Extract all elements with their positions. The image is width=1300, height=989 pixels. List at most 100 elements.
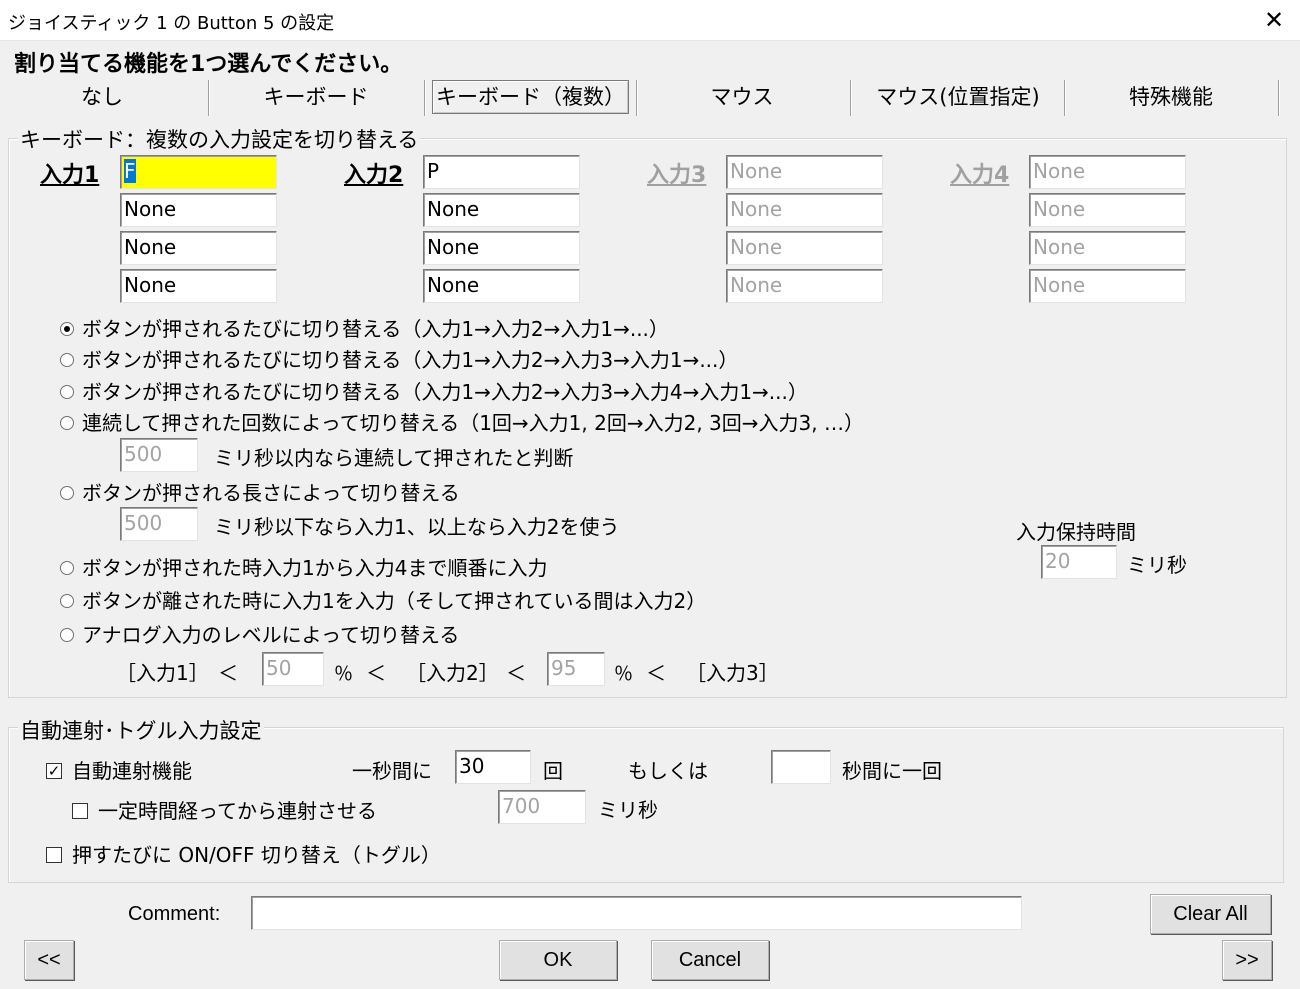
tab-keyboard-multiple[interactable]: キーボード（複数）: [432, 80, 629, 116]
auto-fire-label: 自動連射機能: [72, 759, 192, 783]
input1-key2-field[interactable]: None: [120, 193, 277, 227]
comment-label: Comment:: [128, 903, 221, 925]
tab-mouse-position[interactable]: マウス(位置指定): [860, 80, 1056, 116]
consecutive-ms-label: ミリ秒以内なら連続して押されたと判断: [214, 446, 574, 470]
input2-key4-field[interactable]: None: [423, 269, 580, 303]
analog-lt-2: ＜: [366, 661, 386, 685]
option-toggle-2[interactable]: ボタンが押されるたびに切り替える（入力1→入力2→入力1→...）: [60, 313, 669, 341]
option-label: ボタンが離された時に入力1を入力（そして押されている間は入力2）: [82, 589, 707, 613]
input4-key2-field[interactable]: None: [1029, 193, 1186, 227]
tab-separator: [850, 80, 852, 116]
option-toggle-3[interactable]: ボタンが押されるたびに切り替える（入力1→入力2→入力3→入力1→...）: [60, 344, 738, 372]
input1-label: 入力1: [40, 163, 100, 188]
input3-key2-field[interactable]: None: [726, 193, 883, 227]
length-ms-label: ミリ秒以下なら入力1、以上なら入力2を使う: [214, 515, 620, 539]
input4-key4-field[interactable]: None: [1029, 269, 1186, 303]
option-press-length[interactable]: ボタンが押される長さによって切り替える: [60, 477, 460, 505]
cancel-button[interactable]: Cancel: [651, 940, 769, 980]
input3-key4-field[interactable]: None: [726, 269, 883, 303]
input2-key2-field[interactable]: None: [423, 193, 580, 227]
analog-lt-4: ＜: [646, 661, 666, 685]
analog-threshold2-field[interactable]: 95: [547, 652, 605, 686]
next-button[interactable]: >>: [1222, 940, 1272, 980]
option-label: ボタンが押されるたびに切り替える（入力1→入力2→入力1→...）: [82, 317, 669, 341]
hold-time-field[interactable]: 20: [1041, 545, 1117, 579]
radio-button[interactable]: [60, 321, 74, 336]
tab-special[interactable]: 特殊機能: [1076, 80, 1266, 116]
input1-key3-field[interactable]: None: [120, 231, 277, 265]
input2-key1-field[interactable]: P: [423, 155, 580, 189]
input3-key3-field[interactable]: None: [726, 231, 883, 265]
title-bar: ジョイスティック 1 の Button 5 の設定 ✕: [0, 0, 1300, 41]
seconds-field[interactable]: [771, 750, 831, 784]
option-label: ボタンが押される長さによって切り替える: [82, 481, 460, 505]
analog-threshold1-field[interactable]: 50: [262, 652, 324, 686]
per-second-field[interactable]: 30: [455, 750, 531, 784]
radio-button[interactable]: [60, 593, 74, 608]
hold-time-unit: ミリ秒: [1127, 553, 1187, 577]
tab-mouse[interactable]: マウス: [650, 80, 834, 116]
radio-button[interactable]: [60, 352, 74, 367]
times-label: 回: [543, 759, 563, 783]
option-release[interactable]: ボタンが離された時に入力1を入力（そして押されている間は入力2）: [60, 585, 706, 613]
delay-checkbox[interactable]: [72, 802, 88, 819]
input3-key1-field[interactable]: None: [726, 155, 883, 189]
per-second-label: 一秒間に: [352, 759, 432, 783]
auto-fire-checkbox-row[interactable]: ✓ 自動連射機能: [46, 755, 192, 784]
keyboard-group-title: キーボード：複数の入力設定を切り替える: [18, 124, 421, 154]
analog-input1-label: ［入力1］: [116, 661, 209, 685]
radio-button[interactable]: [60, 627, 74, 642]
input2-key3-field[interactable]: None: [423, 231, 580, 265]
radio-button[interactable]: [60, 415, 74, 430]
delay-checkbox-row[interactable]: 一定時間経ってから連射させる: [72, 795, 377, 824]
delay-label: 一定時間経ってから連射させる: [98, 799, 377, 823]
window-title: ジョイスティック 1 の Button 5 の設定: [8, 13, 335, 34]
tab-keyboard[interactable]: キーボード: [222, 80, 410, 116]
option-analog[interactable]: アナログ入力のレベルによって切り替える: [60, 619, 459, 647]
option-label: アナログ入力のレベルによって切り替える: [82, 623, 460, 647]
tab-separator: [636, 80, 638, 116]
close-icon[interactable]: ✕: [1252, 4, 1296, 36]
analog-input3-label: ［入力3］: [686, 661, 779, 685]
toggle-checkbox-row[interactable]: 押すたびに ON/OFF 切り替え（トグル）: [46, 839, 441, 868]
length-ms-field[interactable]: 500: [120, 507, 198, 541]
input1-key1-field[interactable]: F: [120, 155, 277, 189]
auto-fire-checkbox[interactable]: ✓: [46, 762, 62, 779]
analog-input2-label: ［入力2］: [406, 661, 499, 685]
option-toggle-4[interactable]: ボタンが押されるたびに切り替える（入力1→入力2→入力3→入力4→入力1→...…: [60, 376, 808, 404]
comment-field[interactable]: [251, 896, 1022, 930]
analog-lt-1: ＜: [218, 661, 238, 685]
hold-time-title: 入力保持時間: [1016, 520, 1136, 544]
analog-pct-1: ％: [334, 663, 354, 685]
option-consecutive[interactable]: 連続して押された回数によって切り替える（1回→入力1, 2回→入力2, 3回→入…: [60, 407, 864, 435]
tab-separator: [1064, 80, 1066, 116]
option-sequential[interactable]: ボタンが押された時入力1から入力4まで順番に入力: [60, 552, 547, 580]
delay-ms-unit: ミリ秒: [598, 798, 658, 822]
prev-button[interactable]: <<: [24, 940, 74, 980]
seconds-label: 秒間に一回: [842, 759, 942, 783]
delay-ms-field[interactable]: 700: [498, 790, 586, 824]
option-label: ボタンが押された時入力1から入力4まで順番に入力: [82, 556, 548, 580]
ok-button[interactable]: OK: [499, 940, 617, 980]
clear-all-button[interactable]: Clear All: [1150, 894, 1271, 934]
analog-pct-2: ％: [614, 663, 634, 685]
consecutive-ms-field[interactable]: 500: [120, 438, 198, 472]
input4-label: 入力4: [950, 163, 1010, 188]
input1-key4-field[interactable]: None: [120, 269, 277, 303]
radio-button[interactable]: [60, 384, 74, 399]
tab-separator: [424, 80, 426, 116]
input2-label: 入力2: [344, 163, 404, 188]
input3-label: 入力3: [647, 163, 707, 188]
option-label: ボタンが押されるたびに切り替える（入力1→入力2→入力3→入力4→入力1→...…: [82, 380, 808, 404]
input4-key3-field[interactable]: None: [1029, 231, 1186, 265]
input4-key1-field[interactable]: None: [1029, 155, 1186, 189]
auto-fire-group-title: 自動連射･トグル入力設定: [18, 715, 264, 745]
option-label: 連続して押された回数によって切り替える（1回→入力1, 2回→入力2, 3回→入…: [82, 411, 864, 435]
radio-button[interactable]: [60, 485, 74, 500]
instruction-text: 割り当てる機能を1つ選んでください。: [14, 52, 403, 77]
option-label: ボタンが押されるたびに切り替える（入力1→入力2→入力3→入力1→...）: [82, 348, 739, 372]
tab-none[interactable]: なし: [12, 80, 192, 116]
radio-button[interactable]: [60, 560, 74, 575]
tab-separator: [1278, 80, 1280, 116]
toggle-checkbox[interactable]: [46, 846, 62, 863]
